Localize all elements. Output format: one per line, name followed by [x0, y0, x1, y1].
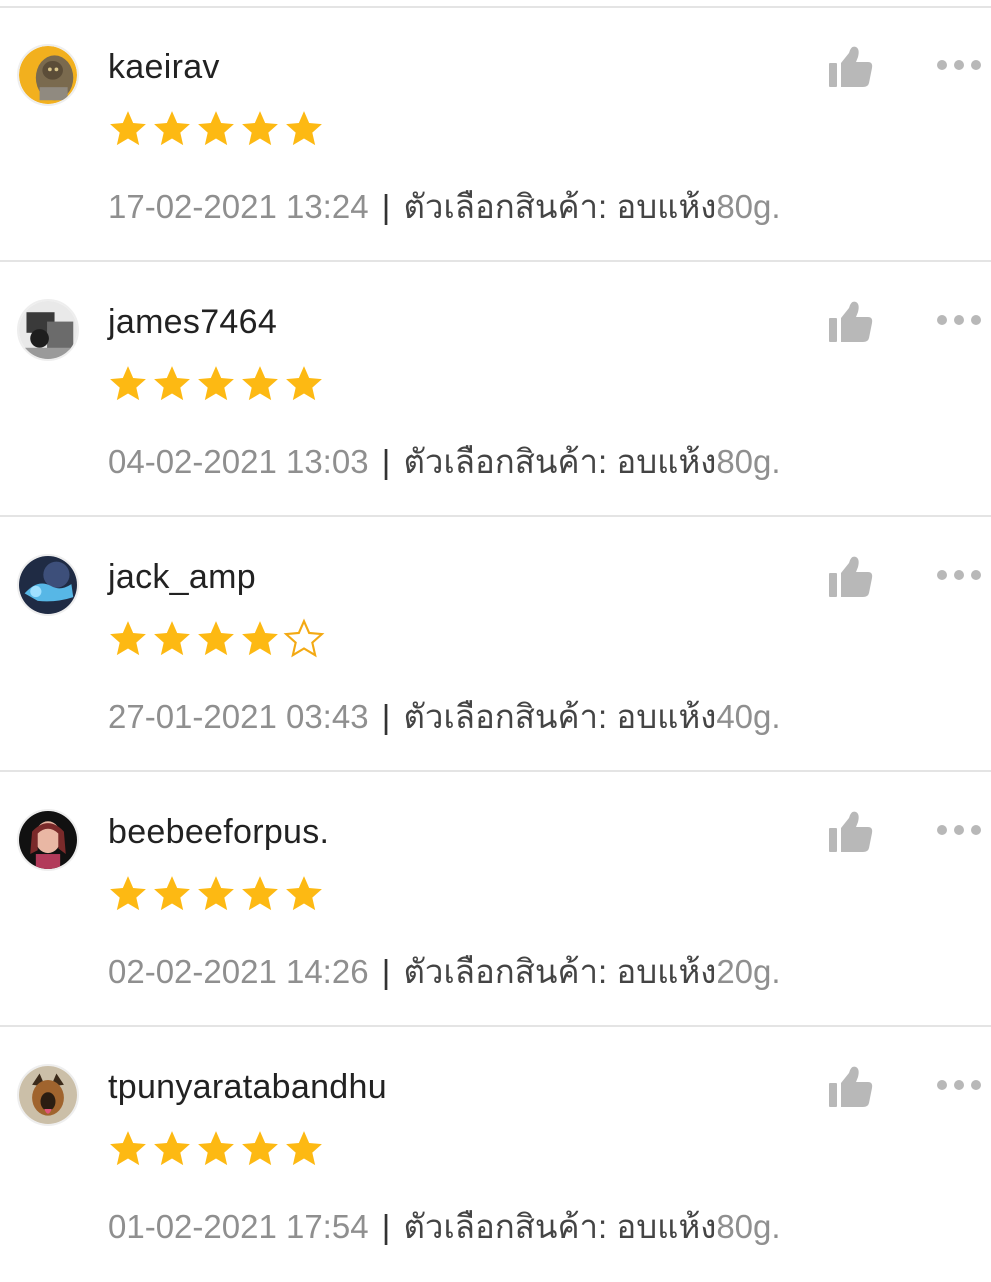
star-filled-icon — [198, 111, 234, 146]
star-rating — [106, 873, 326, 913]
like-button[interactable] — [826, 1063, 876, 1111]
like-button[interactable] — [826, 43, 876, 91]
meta-separator: | — [381, 188, 391, 225]
star-filled-icon — [286, 876, 322, 911]
like-button[interactable] — [826, 553, 876, 601]
star-filled-icon — [154, 366, 190, 401]
review-list: kaeirav 17-02-2021 13:24 | ตัวเลือกสินค้… — [0, 7, 991, 1282]
star-filled-icon — [286, 1131, 322, 1166]
review-meta: 04-02-2021 13:03 | ตัวเลือกสินค้า: อบแห้… — [108, 440, 781, 484]
variation-value: อบแห้ง — [616, 698, 717, 735]
variation-label: ตัวเลือกสินค้า: — [403, 443, 608, 480]
meta-separator: | — [381, 1208, 391, 1245]
review-date: 17-02-2021 13:24 — [108, 188, 369, 225]
more-horizontal-icon — [937, 315, 981, 325]
star-filled-icon — [110, 366, 146, 401]
star-filled-icon — [242, 1131, 278, 1166]
thumbs-up-icon — [829, 1066, 873, 1107]
variation-size: 80g. — [716, 443, 781, 480]
review-item: tpunyaratabandhu 01-02-2021 17:54 | ตัวเ… — [0, 1027, 991, 1282]
reviewer-username: tpunyaratabandhu — [108, 1068, 387, 1106]
review-date: 01-02-2021 17:54 — [108, 1208, 369, 1245]
variation-size: 20g. — [716, 953, 781, 990]
star-rating — [106, 618, 326, 658]
variation-value: อบแห้ง — [616, 443, 717, 480]
review-meta: 01-02-2021 17:54 | ตัวเลือกสินค้า: อบแห้… — [108, 1205, 781, 1249]
star-empty-icon — [283, 618, 325, 658]
reviewer-username: james7464 — [108, 303, 278, 341]
star-filled-icon — [110, 876, 146, 911]
thumbs-up-icon — [829, 811, 873, 852]
review-item: beebeeforpus. 02-02-2021 14:26 | ตัวเลือ… — [0, 772, 991, 1027]
thumbs-up-icon — [829, 556, 873, 597]
avatar[interactable] — [17, 299, 79, 361]
star-filled-icon — [286, 111, 322, 146]
star-filled-icon — [154, 1131, 190, 1166]
star-filled-icon — [110, 1131, 146, 1166]
more-options-button[interactable] — [930, 52, 988, 78]
review-meta: 17-02-2021 13:24 | ตัวเลือกสินค้า: อบแห้… — [108, 185, 781, 229]
variation-label: ตัวเลือกสินค้า: — [403, 1208, 608, 1245]
star-filled-icon — [154, 621, 190, 656]
review-item: james7464 04-02-2021 13:03 | ตัวเลือกสิน… — [0, 262, 991, 517]
star-filled-icon — [198, 1131, 234, 1166]
thumbs-up-icon — [829, 301, 873, 342]
more-horizontal-icon — [937, 570, 981, 580]
review-item: jack_amp 27-01-2021 03:43 | ตัวเลือกสินค… — [0, 517, 991, 772]
star-filled-icon — [110, 111, 146, 146]
more-horizontal-icon — [937, 60, 981, 70]
more-horizontal-icon — [937, 1080, 981, 1090]
review-meta: 02-02-2021 14:26 | ตัวเลือกสินค้า: อบแห้… — [108, 950, 781, 994]
variation-size: 80g. — [716, 1208, 781, 1245]
star-filled-icon — [286, 366, 322, 401]
reviewer-username: kaeirav — [108, 48, 220, 86]
more-options-button[interactable] — [930, 307, 988, 333]
star-filled-icon — [242, 366, 278, 401]
avatar[interactable] — [17, 809, 79, 871]
star-filled-icon — [198, 876, 234, 911]
star-rating — [106, 1128, 326, 1168]
star-filled-icon — [154, 876, 190, 911]
star-rating — [106, 363, 326, 403]
meta-separator: | — [381, 698, 391, 735]
star-filled-icon — [154, 111, 190, 146]
meta-separator: | — [381, 953, 391, 990]
more-options-button[interactable] — [930, 562, 988, 588]
avatar[interactable] — [17, 554, 79, 616]
variation-size: 80g. — [716, 188, 781, 225]
review-date: 27-01-2021 03:43 — [108, 698, 369, 735]
meta-separator: | — [381, 443, 391, 480]
review-meta: 27-01-2021 03:43 | ตัวเลือกสินค้า: อบแห้… — [108, 695, 781, 739]
thumbs-up-icon — [829, 46, 873, 87]
star-filled-icon — [110, 621, 146, 656]
variation-label: ตัวเลือกสินค้า: — [403, 953, 608, 990]
like-button[interactable] — [826, 298, 876, 346]
review-date: 04-02-2021 13:03 — [108, 443, 369, 480]
star-rating — [106, 108, 326, 148]
more-horizontal-icon — [937, 825, 981, 835]
star-filled-icon — [242, 621, 278, 656]
more-options-button[interactable] — [930, 817, 988, 843]
star-filled-icon — [198, 621, 234, 656]
reviewer-username: jack_amp — [108, 558, 256, 596]
variation-value: อบแห้ง — [616, 188, 717, 225]
star-filled-icon — [198, 366, 234, 401]
variation-value: อบแห้ง — [616, 953, 717, 990]
variation-size: 40g. — [716, 698, 781, 735]
avatar[interactable] — [17, 44, 79, 106]
star-filled-icon — [242, 111, 278, 146]
variation-label: ตัวเลือกสินค้า: — [403, 698, 608, 735]
variation-label: ตัวเลือกสินค้า: — [403, 188, 608, 225]
like-button[interactable] — [826, 808, 876, 856]
review-date: 02-02-2021 14:26 — [108, 953, 369, 990]
more-options-button[interactable] — [930, 1072, 988, 1098]
review-item: kaeirav 17-02-2021 13:24 | ตัวเลือกสินค้… — [0, 7, 991, 262]
avatar[interactable] — [17, 1064, 79, 1126]
star-filled-icon — [242, 876, 278, 911]
variation-value: อบแห้ง — [616, 1208, 717, 1245]
reviewer-username: beebeeforpus. — [108, 813, 330, 851]
